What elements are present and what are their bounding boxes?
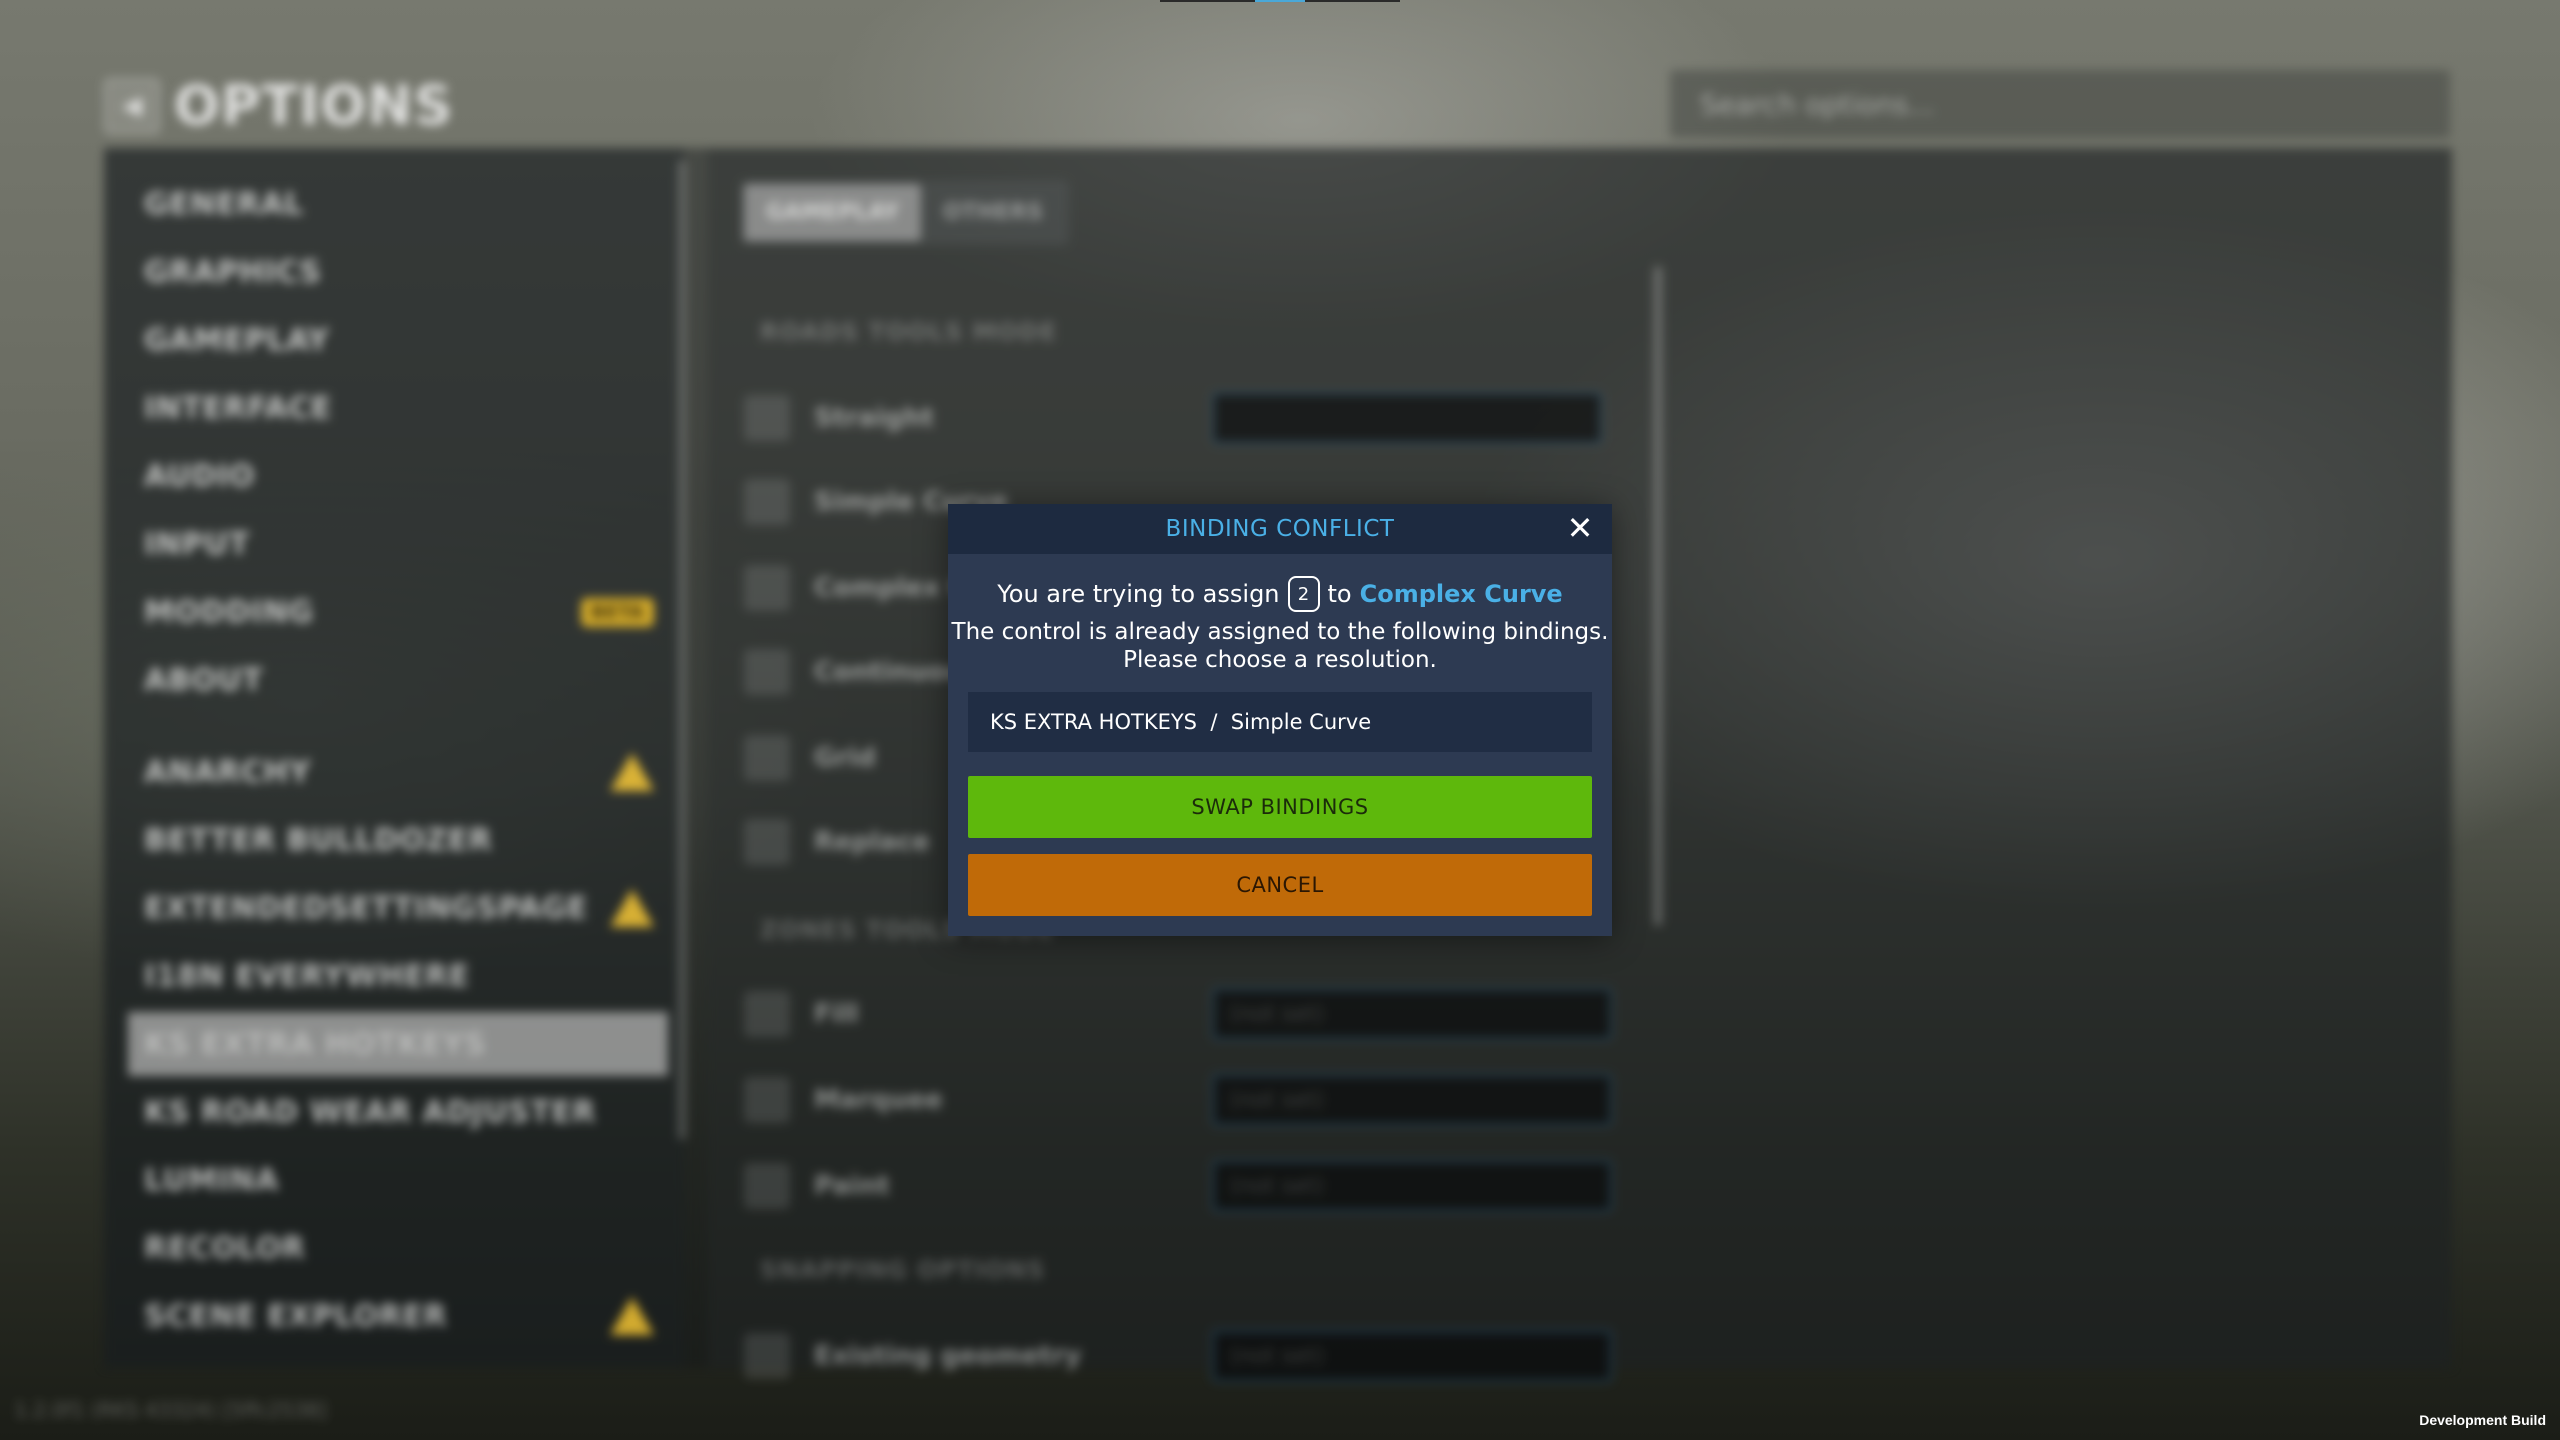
search-input[interactable]: Search options... — [1670, 70, 2450, 138]
marquee-icon — [744, 1077, 790, 1123]
sidebar-item-general[interactable]: GENERAL — [128, 172, 668, 236]
complex-curve-icon — [744, 565, 790, 611]
sidebar-item-lumina[interactable]: LUMINA — [128, 1148, 668, 1212]
close-icon[interactable]: ✕ — [1564, 512, 1596, 544]
binding-conflict-dialog: BINDING CONFLICT ✕ You are trying to ass… — [948, 504, 1612, 936]
sidebar-item-recolor[interactable]: RECOLOR — [128, 1216, 668, 1280]
sidebar-item-scene-explorer[interactable]: SCENE EXPLORER — [128, 1284, 668, 1348]
sidebar-item-audio[interactable]: AUDIO — [128, 444, 668, 508]
conflicting-binding-item: KS EXTRA HOTKEYS / Simple Curve — [968, 692, 1592, 752]
row-fill[interactable]: Fill (not set) — [740, 984, 1620, 1044]
row-marquee[interactable]: Marquee (not set) — [740, 1070, 1620, 1130]
continuous-icon — [744, 649, 790, 695]
sidebar-item-graphics[interactable]: GRAPHICS — [128, 240, 668, 304]
sidebar-item-gameplay[interactable]: GAMEPLAY — [128, 308, 668, 372]
tab-gameplay[interactable]: GAMEPLAY — [744, 184, 921, 241]
grid-icon — [744, 735, 790, 781]
cancel-button[interactable]: CANCEL — [968, 854, 1592, 916]
tab-others[interactable]: OTHERS — [921, 184, 1065, 241]
binding-field[interactable]: (not set) — [1212, 988, 1612, 1040]
sidebar-item-about[interactable]: ABOUT — [128, 648, 668, 712]
fill-icon — [744, 991, 790, 1037]
sidebar-item-extendedsettingspage[interactable]: EXTENDEDSETTINGSPAGE — [128, 876, 668, 940]
swap-bindings-button[interactable]: SWAP BINDINGS — [968, 776, 1592, 838]
version-label: 1.2.0f1 (RKS 43324) [5ffc2538] — [14, 1398, 327, 1422]
content-scrollbar[interactable] — [1654, 266, 1662, 926]
dialog-header: BINDING CONFLICT ✕ — [948, 504, 1612, 554]
sidebar-item-anarchy[interactable]: ANARCHY — [128, 740, 668, 804]
sidebar-scrollbar[interactable] — [678, 160, 686, 1140]
sidebar-item-ks-road-wear-adjuster[interactable]: KS ROAD WEAR ADJUSTER — [128, 1080, 668, 1144]
row-straight[interactable]: Straight — [740, 388, 1620, 448]
beta-badge: BETA — [581, 597, 654, 627]
sidebar-item-modding[interactable]: MODDING BETA — [128, 580, 668, 644]
simple-curve-icon — [744, 479, 790, 525]
dialog-title: BINDING CONFLICT — [1165, 516, 1395, 542]
dialog-message: You are trying to assign 2 to Complex Cu… — [948, 576, 1612, 612]
development-build-label: Development Build — [2419, 1412, 2546, 1428]
sidebar-item-i18n-everywhere[interactable]: I18N EVERYWHERE — [128, 944, 668, 1008]
action-name: Complex Curve — [1359, 580, 1563, 608]
sidebar-item-better-bulldozer[interactable]: BETTER BULLDOZER — [128, 808, 668, 872]
options-header: ◀ OPTIONS — [104, 74, 453, 137]
replace-icon — [744, 819, 790, 865]
warning-icon — [610, 753, 654, 791]
binding-field[interactable] — [1212, 392, 1602, 444]
sidebar-item-input[interactable]: INPUT — [128, 512, 668, 576]
paint-brush-icon — [744, 1163, 790, 1209]
key-badge: 2 — [1287, 576, 1320, 612]
binding-field[interactable]: (not set) — [1212, 1160, 1612, 1212]
section-title-roads: ROADS TOOLS MODE — [760, 318, 1058, 346]
sidebar-item-interface[interactable]: INTERFACE — [128, 376, 668, 440]
row-existing-geometry[interactable]: Existing geometry (not set) — [740, 1326, 1620, 1386]
warning-icon — [610, 889, 654, 927]
sidebar-item-ks-extra-hotkeys[interactable]: KS EXTRA HOTKEYS — [128, 1012, 668, 1076]
row-paint[interactable]: Paint (not set) — [740, 1156, 1620, 1216]
geometry-icon — [744, 1333, 790, 1379]
warning-icon — [610, 1297, 654, 1335]
dialog-description: The control is already assigned to the f… — [951, 619, 1609, 673]
tab-bar: GAMEPLAY OTHERS — [740, 180, 1069, 245]
page-title: OPTIONS — [174, 74, 454, 137]
straight-road-icon — [744, 395, 790, 441]
binding-field[interactable]: (not set) — [1212, 1330, 1612, 1382]
back-arrow-icon[interactable]: ◀ — [104, 77, 160, 134]
section-title-snapping: SNAPPING OPTIONS — [760, 1256, 1046, 1284]
binding-field[interactable]: (not set) — [1212, 1074, 1612, 1126]
